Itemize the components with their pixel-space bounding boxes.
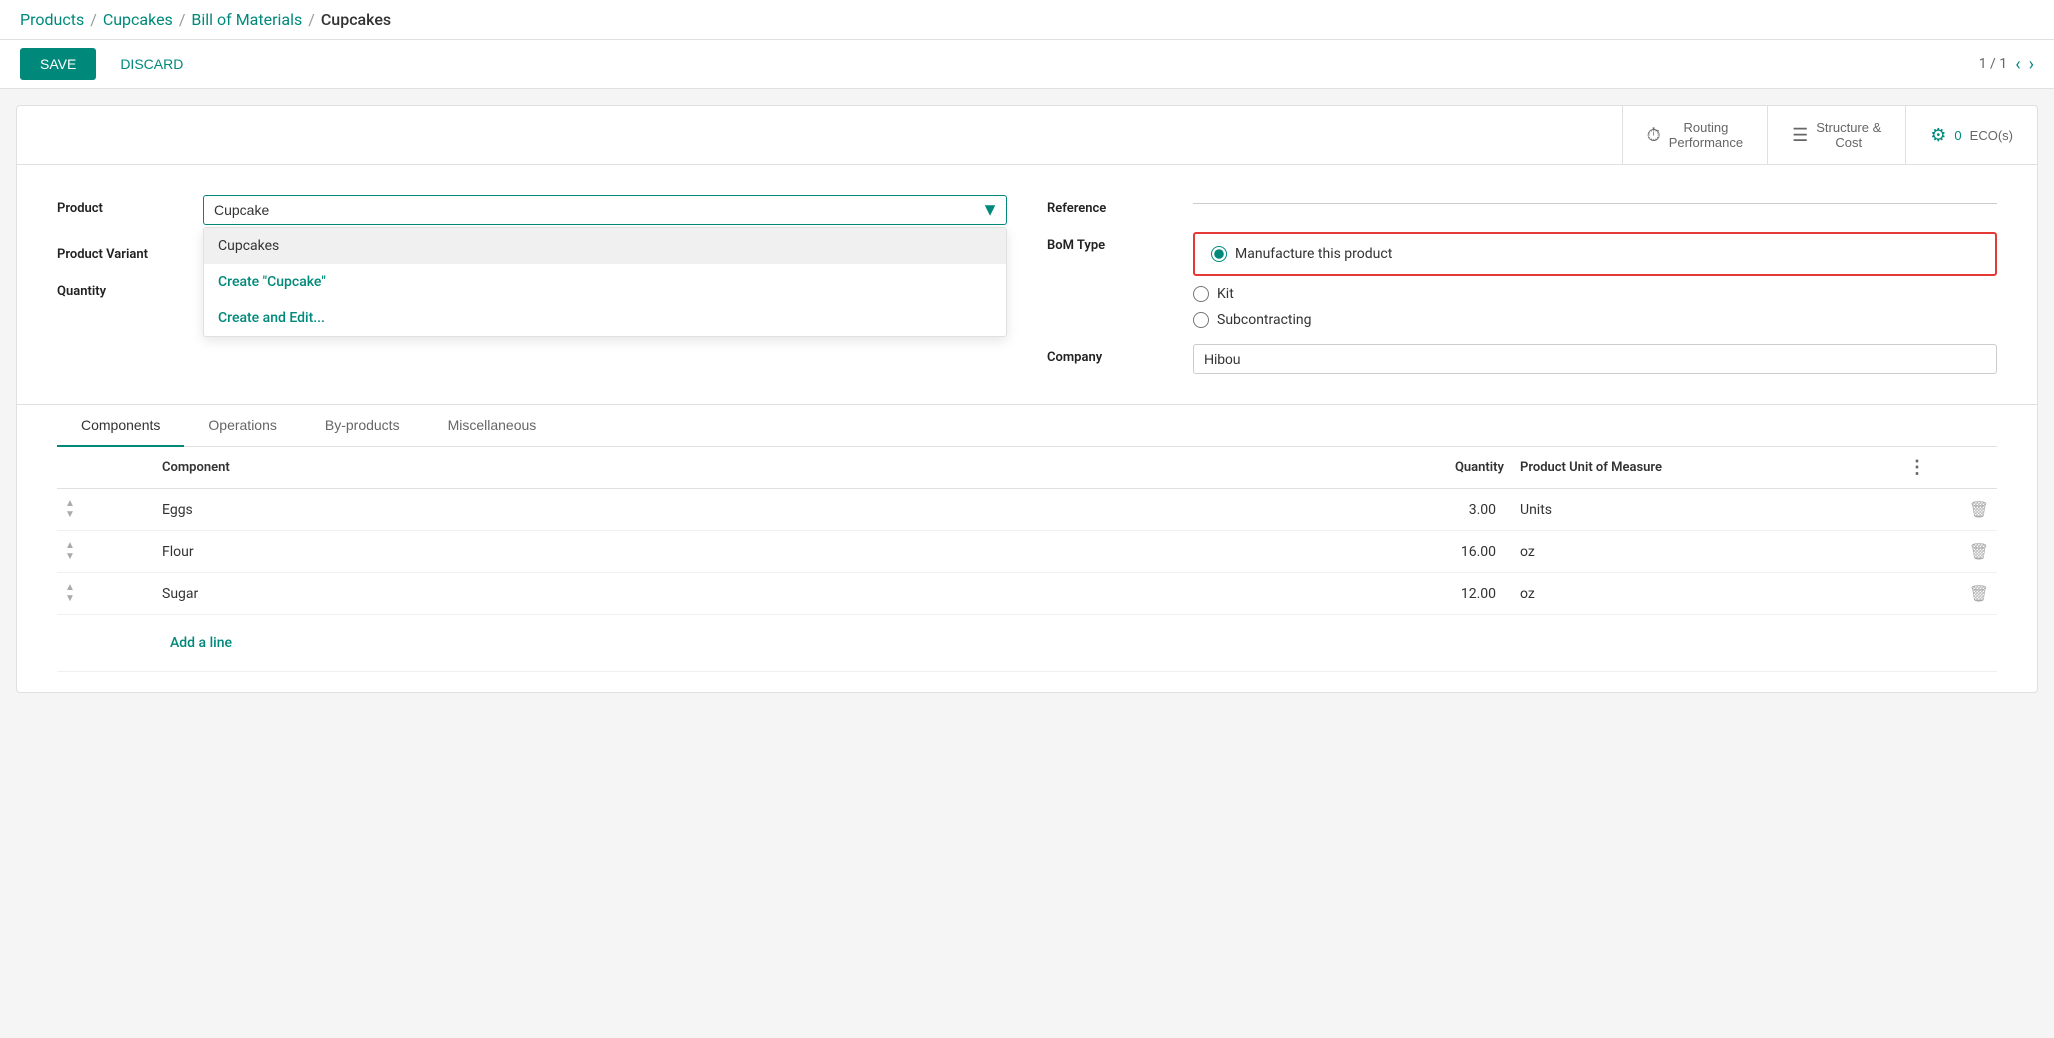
bom-type-field-row: BoM Type Manufacture this product Kit [1047,232,1997,328]
structure-icon: ☰ [1792,125,1808,146]
row-component-eggs[interactable]: Eggs [154,489,1221,531]
th-quantity: Quantity [1221,447,1512,489]
bom-type-options: Manufacture this product Kit Subcontract… [1193,232,1997,328]
pagination-info: 1 / 1 [1979,56,2007,72]
row-delete-sugar: 🗑 [1900,573,1997,615]
action-bar: SAVE DISCARD 1 / 1 ‹ › [0,40,2054,89]
th-actions: ⋮ [1900,447,1997,489]
add-line-button[interactable]: Add a line [162,625,1892,661]
product-input-wrapper: ▼ Cupcakes Create "Cupcake" Create and E… [203,195,1007,225]
th-uom: Product Unit of Measure [1512,447,1900,489]
row-delete-eggs: 🗑 [1900,489,1997,531]
product-label: Product [57,195,187,216]
company-select[interactable]: Hibou [1193,344,1997,374]
next-arrow[interactable]: › [2029,54,2034,75]
row-component-flour[interactable]: Flour [154,531,1221,573]
routing-label: RoutingPerformance [1669,120,1743,150]
row-quantity-sugar[interactable]: 12.00 [1221,573,1512,615]
row-handle[interactable]: ▲ ▼ [57,489,154,531]
breadcrumb-products[interactable]: Products [20,10,84,29]
breadcrumb-current: Cupcakes [321,10,391,29]
structure-label: Structure &Cost [1816,120,1881,150]
tab-operations[interactable]: Operations [184,405,300,447]
row-quantity-flour[interactable]: 16.00 [1221,531,1512,573]
dropdown-item-create-cupcake[interactable]: Create "Cupcake" [204,264,1006,300]
bom-option-subcontracting[interactable]: Subcontracting [1193,312,1997,328]
row-handle[interactable]: ▲ ▼ [57,573,154,615]
product-field-row: Product ▼ Cupcakes Create "Cupcake" Crea… [57,195,1007,225]
discard-button[interactable]: DISCARD [104,48,199,80]
column-options-icon[interactable]: ⋮ [1908,457,1926,478]
components-table: Component Quantity Product Unit of Measu… [57,447,1997,672]
bom-option-subcontracting-label: Subcontracting [1217,312,1312,328]
structure-cost-button[interactable]: ☰ Structure &Cost [1767,106,1905,164]
tabs-row: Components Operations By-products Miscel… [57,405,1997,447]
sort-arrows[interactable]: ▲ ▼ [65,583,146,604]
delete-flour-button[interactable]: 🗑 [1969,542,1989,562]
reference-input[interactable] [1193,195,1997,204]
prev-arrow[interactable]: ‹ [2015,54,2020,75]
product-variant-label: Product Variant [57,241,187,262]
delete-sugar-button[interactable]: 🗑 [1969,584,1989,604]
row-uom-flour[interactable]: oz [1512,531,1900,573]
breadcrumb: Products / Cupcakes / Bill of Materials … [20,10,391,29]
row-delete-flour: 🗑 [1900,531,1997,573]
add-line-row: Add a line [57,615,1997,672]
row-component-sugar[interactable]: Sugar [154,573,1221,615]
tab-miscellaneous[interactable]: Miscellaneous [424,405,561,447]
form-left: Product ▼ Cupcakes Create "Cupcake" Crea… [57,195,1007,374]
reference-label: Reference [1047,195,1177,216]
row-handle[interactable]: ▲ ▼ [57,531,154,573]
tab-components[interactable]: Components [57,405,184,447]
ecos-button[interactable]: ⚙ 0 ECO(s) [1905,106,2037,164]
form-right: Reference BoM Type Manufacture this prod… [1047,195,1997,374]
bom-type-label: BoM Type [1047,232,1177,253]
reference-field-row: Reference [1047,195,1997,216]
bom-type-box: Manufacture this product [1193,232,1997,276]
table-row: ▲ ▼ Eggs 3.00 Units 🗑 [57,489,1997,531]
card-header: ⏱ RoutingPerformance ☰ Structure &Cost ⚙… [17,106,2037,165]
row-uom-sugar[interactable]: oz [1512,573,1900,615]
pagination: 1 / 1 ‹ › [1979,54,2034,75]
row-quantity-eggs[interactable]: 3.00 [1221,489,1512,531]
breadcrumb-cupcakes[interactable]: Cupcakes [103,10,173,29]
save-button[interactable]: SAVE [20,48,96,80]
quantity-label: Quantity [57,278,187,299]
row-uom-eggs[interactable]: Units [1512,489,1900,531]
sort-arrows[interactable]: ▲ ▼ [65,499,146,520]
product-input[interactable] [203,195,1007,225]
company-value-wrapper: Hibou [1193,344,1997,374]
main-card: ⏱ RoutingPerformance ☰ Structure &Cost ⚙… [16,105,2038,693]
th-component: Component [154,447,1221,489]
form-section: Product ▼ Cupcakes Create "Cupcake" Crea… [17,165,2037,404]
tab-by-products[interactable]: By-products [301,405,424,447]
bom-option-kit[interactable]: Kit [1193,286,1997,302]
company-label: Company [1047,344,1177,365]
dropdown-item-cupcakes[interactable]: Cupcakes [204,228,1006,264]
breadcrumb-bom[interactable]: Bill of Materials [191,10,302,29]
bom-option-kit-label: Kit [1217,286,1234,302]
gear-icon: ⚙ [1930,125,1946,146]
reference-value [1193,195,1997,204]
routing-performance-button[interactable]: ⏱ RoutingPerformance [1622,106,1767,164]
delete-eggs-button[interactable]: 🗑 [1969,500,1989,520]
ecos-count: 0 [1954,128,1961,143]
ecos-label: ECO(s) [1970,128,2013,143]
table-header-row: Component Quantity Product Unit of Measu… [57,447,1997,489]
table-row: ▲ ▼ Flour 16.00 oz 🗑 [57,531,1997,573]
breadcrumb-bar: Products / Cupcakes / Bill of Materials … [0,0,2054,40]
company-field-row: Company Hibou [1047,344,1997,374]
table-section: Component Quantity Product Unit of Measu… [17,447,2037,692]
sort-arrows[interactable]: ▲ ▼ [65,541,146,562]
th-handle [57,447,154,489]
dropdown-item-create-edit[interactable]: Create and Edit... [204,300,1006,336]
tabs-section: Components Operations By-products Miscel… [17,404,2037,447]
bom-option-manufacture[interactable]: Manufacture this product [1211,246,1979,262]
table-row: ▲ ▼ Sugar 12.00 oz 🗑 [57,573,1997,615]
clock-icon: ⏱ [1647,125,1661,146]
bom-option-manufacture-label: Manufacture this product [1235,246,1392,262]
product-dropdown-menu: Cupcakes Create "Cupcake" Create and Edi… [203,227,1007,337]
